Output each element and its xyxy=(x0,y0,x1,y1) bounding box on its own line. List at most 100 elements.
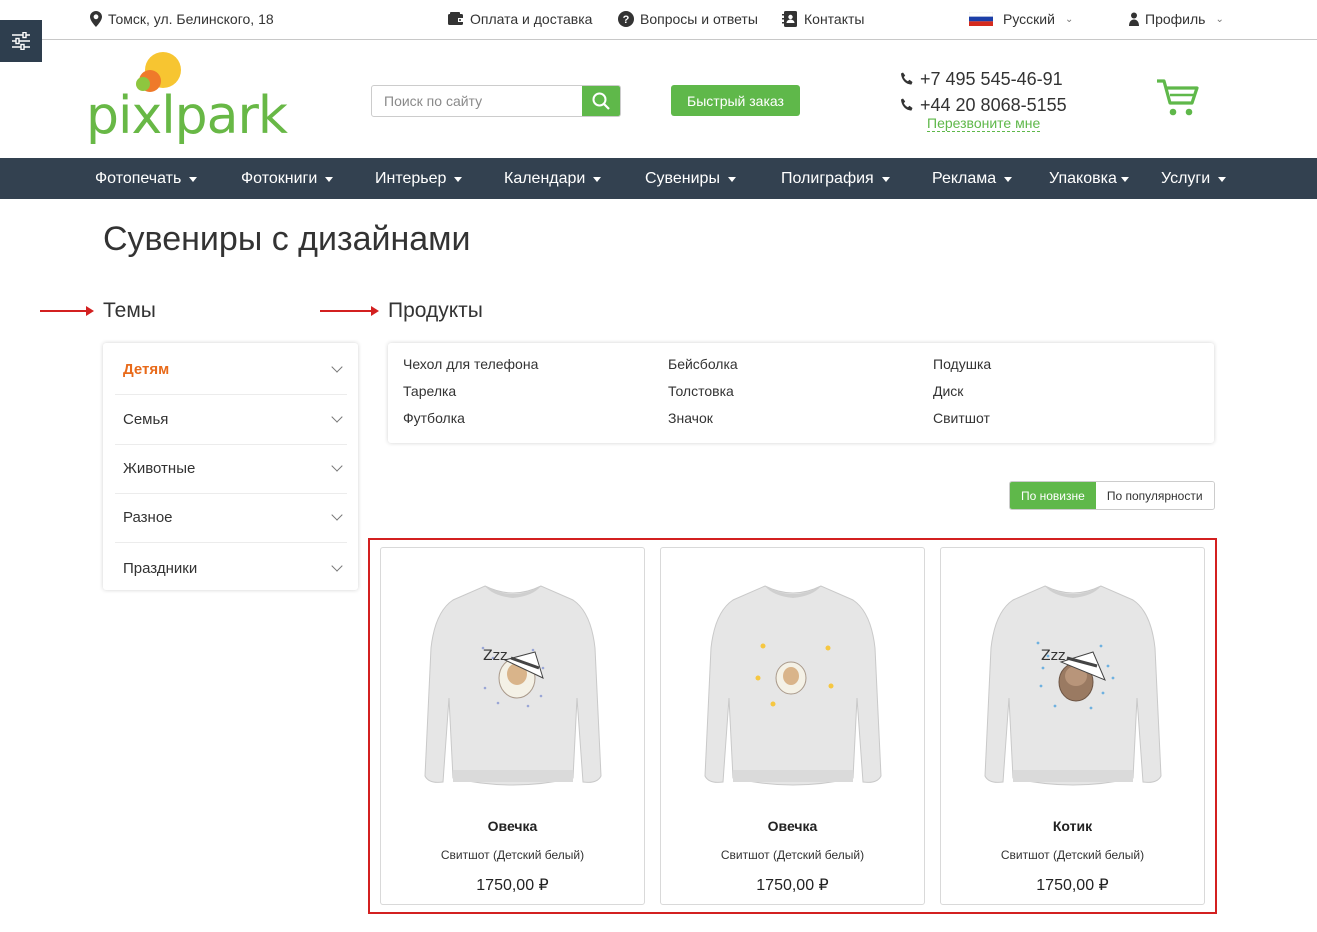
nav-item-souvenirs[interactable]: Сувениры xyxy=(645,170,736,188)
search-icon xyxy=(592,92,610,110)
annotation-arrow-icon xyxy=(320,306,379,316)
nav-item-printing[interactable]: Полиграфия xyxy=(781,170,890,188)
nav-label: Реклама xyxy=(932,170,997,187)
nav-item-services[interactable]: Услуги xyxy=(1161,170,1227,188)
phone-icon xyxy=(901,72,913,85)
product-link-sweatshirt[interactable]: Свитшот xyxy=(933,410,990,426)
nav-label: Услуги xyxy=(1161,170,1211,187)
caret-down-icon xyxy=(1120,176,1129,182)
product-link-hoodie[interactable]: Толстовка xyxy=(668,383,734,399)
card-subtitle: Свитшот (Детский белый) xyxy=(1000,848,1145,862)
nav-item-advertising[interactable]: Реклама xyxy=(932,170,1013,188)
sort-newest-button[interactable]: По новизне xyxy=(1010,482,1096,509)
location-pin-icon xyxy=(90,11,102,27)
card-title: Котик xyxy=(1052,818,1093,834)
caret-down-icon xyxy=(727,176,736,182)
address-text: Томск, ул. Белинского, 18 xyxy=(108,11,274,27)
sort-toggle: По новизне По популярности xyxy=(1009,481,1215,510)
russia-flag-icon xyxy=(969,12,993,26)
cart-button[interactable] xyxy=(1155,78,1201,123)
main-nav: Фотопечать Фотокниги Интерьер Календари … xyxy=(0,158,1317,199)
callback-link[interactable]: Перезвоните мне xyxy=(927,116,1041,132)
sliders-icon xyxy=(12,32,30,50)
theme-item-family[interactable]: Семья xyxy=(115,395,347,445)
theme-label: Детям xyxy=(123,361,170,378)
sweatshirt-image: Zzz xyxy=(424,585,602,786)
card-title: Овечка xyxy=(767,818,818,834)
card-subtitle: Свитшот (Детский белый) xyxy=(720,848,865,862)
theme-item-holidays[interactable]: Праздники xyxy=(115,543,347,593)
language-select[interactable]: Русский ⌄ xyxy=(969,11,1073,27)
sweatshirt-image: Zzz xyxy=(984,585,1162,786)
product-card[interactable]: Zzz Овечка Свитшот (Детский белый) 1750,… xyxy=(380,547,645,905)
sort-popular-button[interactable]: По популярности xyxy=(1095,482,1214,509)
caret-down-icon xyxy=(189,176,198,182)
search-button[interactable] xyxy=(582,86,620,116)
product-link-tshirt[interactable]: Футболка xyxy=(403,410,465,426)
product-link-phone-case[interactable]: Чехол для телефона xyxy=(403,356,538,372)
themes-title: Темы xyxy=(103,299,156,322)
nav-label: Календари xyxy=(504,170,586,187)
user-icon xyxy=(1129,12,1139,26)
chevron-down-icon xyxy=(331,411,343,423)
products-panel: Чехол для телефона Бейсболка Подушка Тар… xyxy=(388,343,1214,443)
phone-1[interactable]: +7 495 545-46-91 xyxy=(900,66,1067,92)
shopping-cart-icon xyxy=(1157,79,1199,116)
search-box xyxy=(371,85,621,117)
svg-text:?: ? xyxy=(623,14,630,26)
theme-item-animals[interactable]: Животные xyxy=(115,444,347,494)
nav-item-photoprint[interactable]: Фотопечать xyxy=(95,170,198,188)
chevron-down-icon xyxy=(331,509,343,521)
theme-label: Животные xyxy=(123,460,196,477)
chevron-down-icon: ⌄ xyxy=(1064,13,1074,25)
chevron-down-icon xyxy=(331,460,343,472)
caret-down-icon xyxy=(325,176,334,182)
phone-2-text: +44 20 8068-5155 xyxy=(920,94,1067,115)
profile-label: Профиль xyxy=(1145,11,1206,27)
nav-item-calendars[interactable]: Календари xyxy=(504,170,602,188)
payment-link-label: Оплата и доставка xyxy=(470,11,593,27)
chevron-down-icon xyxy=(331,361,343,373)
contacts-link-label: Контакты xyxy=(804,11,865,27)
card-price: 1750,00 ₽ xyxy=(756,877,829,894)
theme-label: Семья xyxy=(123,411,169,428)
theme-item-misc[interactable]: Разное xyxy=(115,493,347,543)
product-card[interactable]: Zzz Котик Свитшот (Детский белый) 1750,0… xyxy=(940,547,1205,905)
language-label: Русский xyxy=(1003,11,1055,27)
logo[interactable]: pixlpark xyxy=(86,48,288,148)
product-link-disc[interactable]: Диск xyxy=(933,383,963,399)
contacts-link[interactable]: Контакты xyxy=(782,11,864,27)
address: Томск, ул. Белинского, 18 xyxy=(90,11,274,27)
phones: +7 495 545-46-91 +44 20 8068-5155 xyxy=(900,66,1067,118)
product-link-badge[interactable]: Значок xyxy=(668,410,713,426)
caret-down-icon xyxy=(881,176,890,182)
nav-item-photobooks[interactable]: Фотокниги xyxy=(241,170,334,188)
card-title: Овечка xyxy=(487,818,538,834)
caret-down-icon xyxy=(593,176,602,182)
theme-item-kids[interactable]: Детям xyxy=(115,345,347,395)
svg-text:Zzz: Zzz xyxy=(483,648,507,664)
card-subtitle: Свитшот (Детский белый) xyxy=(440,848,585,862)
nav-label: Сувениры xyxy=(645,170,720,187)
product-link-pillow[interactable]: Подушка xyxy=(933,356,991,372)
nav-item-packaging[interactable]: Упаковка xyxy=(1049,170,1129,188)
nav-label: Полиграфия xyxy=(781,170,874,187)
nav-label: Интерьер xyxy=(375,170,447,187)
card-price: 1750,00 ₽ xyxy=(1036,877,1109,894)
sweatshirt-image xyxy=(704,585,882,786)
search-input[interactable] xyxy=(372,86,582,116)
profile-menu[interactable]: Профиль ⌄ xyxy=(1129,11,1224,27)
nav-label: Фотокниги xyxy=(241,170,318,187)
product-link-cap[interactable]: Бейсболка xyxy=(668,356,738,372)
faq-link[interactable]: ? Вопросы и ответы xyxy=(618,11,758,27)
product-card[interactable]: Овечка Свитшот (Детский белый) 1750,00 ₽ xyxy=(660,547,925,905)
theme-label: Праздники xyxy=(123,559,198,577)
product-link-plate[interactable]: Тарелка xyxy=(403,383,456,399)
caret-down-icon xyxy=(1004,176,1013,182)
page-title: Сувениры с дизайнами xyxy=(103,220,471,258)
filters-toggle-button[interactable] xyxy=(0,20,42,62)
nav-item-interior[interactable]: Интерьер xyxy=(375,170,463,188)
theme-label: Разное xyxy=(123,509,173,526)
payment-link[interactable]: Оплата и доставка xyxy=(448,11,592,27)
quick-order-button[interactable]: Быстрый заказ xyxy=(671,85,800,116)
